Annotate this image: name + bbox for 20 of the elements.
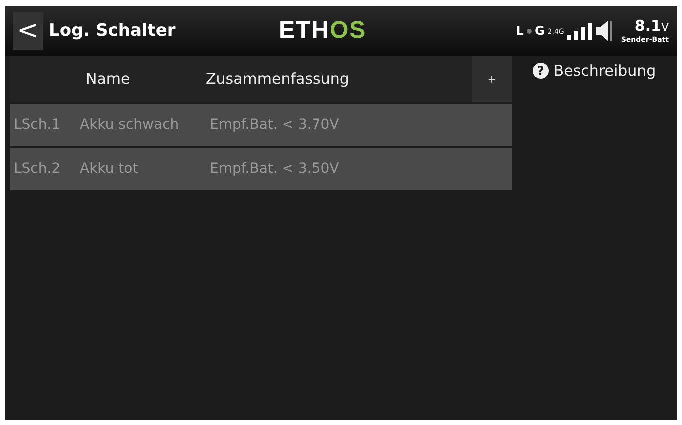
table-cell-text: LSch.1 [13, 117, 62, 133]
voltage-reading: 8.1V [634, 18, 669, 36]
table-cell-text: LSch.2 [13, 161, 62, 177]
screen-title: Log. Schalter [49, 21, 177, 41]
back-button[interactable]: < [13, 12, 43, 50]
help-icon: ? [532, 63, 549, 79]
table-cell-text: Akku schwach [80, 117, 180, 133]
add-button[interactable]: + [472, 56, 512, 102]
help-button[interactable]: ? Beschreibung [528, 58, 660, 84]
table-cell: Empf.Bat. < 3.50V [210, 161, 340, 177]
column-header: Name [85, 70, 132, 88]
g-indicator: G [534, 24, 545, 38]
column-header: Zusammenfassung [206, 70, 350, 88]
signal-icon [567, 22, 594, 40]
table-cell-text: Akku tot [80, 161, 140, 177]
dot-icon [526, 28, 532, 34]
l-indicator: L [516, 24, 524, 38]
table-cell: Empf.Bat. < 3.70V [210, 117, 340, 133]
speaker-icon [596, 21, 612, 41]
logo: ETHOS [279, 17, 367, 45]
